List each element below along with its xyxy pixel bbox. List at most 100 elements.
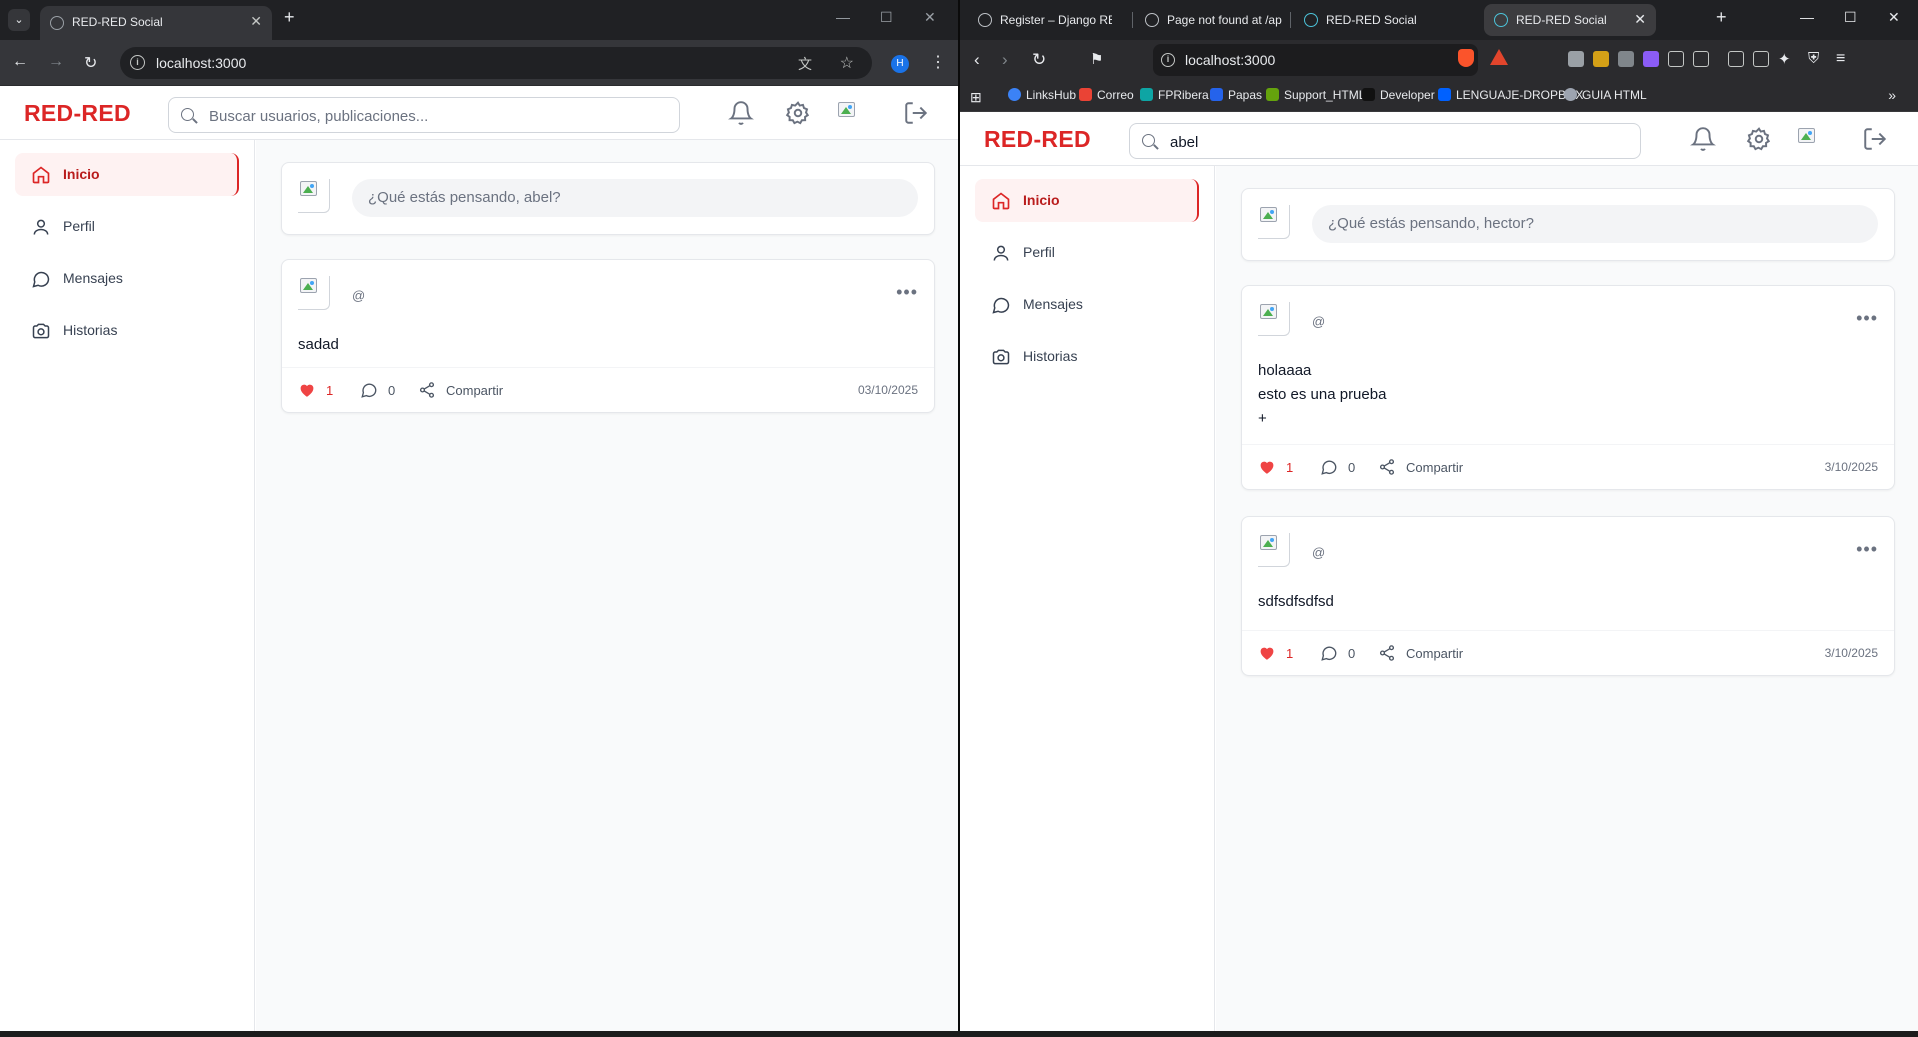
bookmark-fpribera[interactable]: FPRibera [1140,88,1209,104]
vpn-icon[interactable]: ⛨ [1808,50,1819,67]
tab-red-red[interactable]: RED-RED Social [1294,4,1442,36]
sidebar-item-historias[interactable]: Historias [15,309,239,352]
hamburger-menu-icon[interactable]: ≡ [1836,50,1845,68]
share-button[interactable]: Compartir [1378,458,1463,476]
bookmark-guia-html[interactable]: GUIA HTML [1564,88,1647,104]
search-input[interactable] [209,104,669,128]
minimize-icon[interactable]: — [1800,9,1814,25]
bookmark-support-html[interactable]: Support_HTML [1266,88,1365,104]
bell-icon[interactable] [1690,126,1716,152]
comment-count: 0 [388,383,396,398]
new-tab-button[interactable]: + [1716,7,1727,28]
puzzle-icon[interactable] [1668,51,1684,67]
translate-icon[interactable]: 文 [798,54,812,74]
close-window-icon[interactable]: ✕ [1888,9,1900,26]
comment-button[interactable]: 0 [1320,458,1355,476]
close-tab-icon[interactable]: ✕ [1634,11,1646,28]
minimize-icon[interactable]: — [836,9,850,25]
composer-input[interactable]: ¿Qué estás pensando, abel? [352,179,918,217]
like-button[interactable]: 1 [1258,644,1293,662]
back-icon[interactable]: ‹ [974,50,980,70]
sidebar-item-mensajes[interactable]: Mensajes [975,283,1199,326]
reload-icon[interactable]: ↻ [1032,50,1046,70]
address-bar[interactable]: i localhost:3000 文 ☆ [120,47,872,79]
sidebar-item-historias[interactable]: Historias [975,335,1199,378]
reload-icon[interactable]: ↻ [84,53,97,73]
address-bar[interactable]: i localhost:3000 [1153,44,1478,76]
logo[interactable]: RED-RED [984,126,1091,153]
sidebar-item-inicio[interactable]: Inicio [975,179,1199,222]
post-handle[interactable]: @ [352,288,365,303]
post-handle[interactable]: @ [1312,545,1325,560]
composer-input[interactable]: ¿Qué estás pensando, hector? [1312,205,1878,243]
sidebar-icon[interactable] [1728,51,1744,67]
bookmark-lenguaje-dropbox[interactable]: LENGUAJE-DROPBOX [1438,88,1583,104]
tab-register[interactable]: Register – Django REST fr [968,4,1116,36]
leo-icon[interactable]: ✦ [1778,50,1791,68]
extension-icon[interactable] [1593,51,1609,67]
share-button[interactable]: Compartir [1378,644,1463,662]
new-tab-button[interactable]: + [284,7,295,28]
comment-button[interactable]: 0 [360,381,395,399]
tab-page-not-found[interactable]: Page not found at /api/ch [1135,4,1287,36]
logo[interactable]: RED-RED [24,100,131,127]
close-tab-icon[interactable]: ✕ [250,13,262,30]
kebab-menu-icon[interactable]: ⋮ [930,52,946,72]
bookmark-star-icon[interactable]: ☆ [840,53,854,73]
like-button[interactable]: 1 [1258,458,1293,476]
search-input[interactable] [1170,130,1630,154]
extension-icon[interactable] [1693,51,1709,67]
avatar[interactable] [836,100,866,130]
extension-icon[interactable] [1643,51,1659,67]
more-options-icon[interactable]: ••• [896,282,918,303]
more-options-icon[interactable]: ••• [1856,308,1878,329]
bookmark-developer[interactable]: Developer [1362,88,1435,104]
sidebar-item-perfil[interactable]: Perfil [15,205,239,248]
extension-icon[interactable] [1568,51,1584,67]
maximize-icon[interactable]: ☐ [880,9,893,26]
sidebar-item-perfil[interactable]: Perfil [975,231,1199,274]
profile-avatar[interactable]: H [891,55,909,73]
brave-rewards-icon[interactable] [1490,49,1508,65]
sidebar-item-inicio[interactable]: Inicio [15,153,239,196]
globe-icon [1145,13,1159,27]
more-bookmarks-icon[interactable]: » [1888,87,1896,103]
forward-icon[interactable]: › [1002,50,1008,70]
tab-search-button[interactable]: ⌄ [8,9,30,31]
post-body: holaaaa esto es una prueba + [1258,359,1878,431]
gear-icon[interactable] [1746,126,1772,152]
tab-red-red-active[interactable]: RED-RED Social ✕ [1484,4,1656,36]
gear-icon[interactable] [785,100,811,126]
bookmark-correo[interactable]: Correo [1079,88,1134,104]
app-header: RED-RED [0,86,958,140]
back-icon[interactable]: ← [12,53,28,71]
apps-icon[interactable]: ⊞ [970,89,982,106]
site-info-icon[interactable]: i [1161,53,1175,67]
wallet-icon[interactable] [1753,51,1769,67]
logout-icon[interactable] [1862,126,1888,152]
like-button[interactable]: 1 [298,381,333,399]
search-box[interactable] [1129,123,1641,159]
site-info-icon[interactable]: i [130,55,145,70]
app-viewport: RED-RED Inicio Perfil Mensajes [0,86,958,1031]
search-box[interactable] [168,97,680,133]
avatar[interactable] [1796,126,1826,156]
bookmark-linkshub[interactable]: LinksHub [1008,88,1076,104]
sidebar: Inicio Perfil Mensajes Historias [960,166,1215,1031]
more-options-icon[interactable]: ••• [1856,539,1878,560]
chrome-tab-active[interactable]: RED-RED Social ✕ [40,6,272,40]
comment-button[interactable]: 0 [1320,644,1355,662]
bookmark-icon[interactable]: ⚑ [1090,50,1103,68]
share-button[interactable]: Compartir [418,381,503,399]
close-window-icon[interactable]: ✕ [924,9,936,26]
bookmark-papas[interactable]: Papas [1210,88,1262,104]
maximize-icon[interactable]: ☐ [1844,9,1857,26]
brave-tab-strip: Register – Django REST fr Page not found… [960,0,1918,40]
forward-icon[interactable]: → [48,53,64,71]
sidebar-item-mensajes[interactable]: Mensajes [15,257,239,300]
post-handle[interactable]: @ [1312,314,1325,329]
extension-icon[interactable] [1618,51,1634,67]
logout-icon[interactable] [903,100,929,126]
bell-icon[interactable] [728,100,754,126]
brave-shield-icon[interactable] [1458,49,1474,67]
